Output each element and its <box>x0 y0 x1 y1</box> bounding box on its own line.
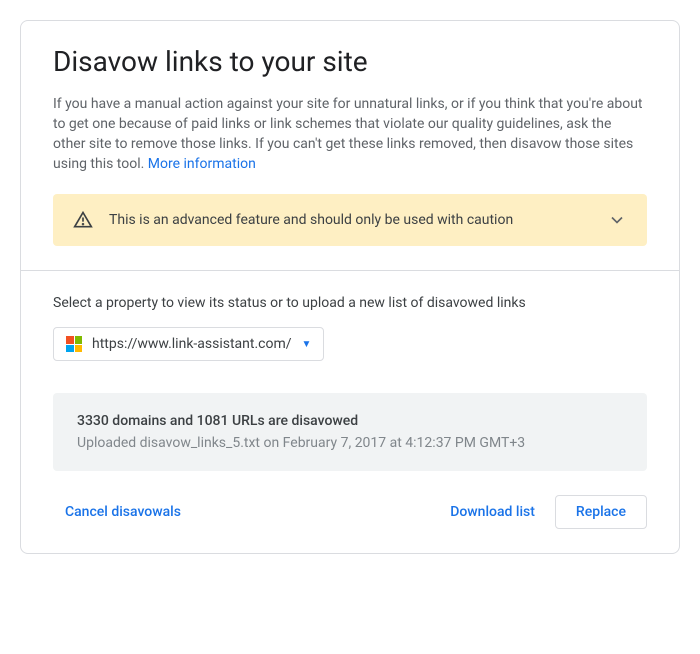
replace-button[interactable]: Replace <box>555 495 647 529</box>
download-list-button[interactable]: Download list <box>438 496 547 528</box>
more-info-link[interactable]: More information <box>148 156 256 172</box>
cancel-disavowals-button[interactable]: Cancel disavowals <box>53 496 193 528</box>
card-header: Disavow links to your site If you have a… <box>21 21 679 270</box>
property-section: Select a property to view its status or … <box>21 271 679 553</box>
page-title: Disavow links to your site <box>53 45 647 78</box>
status-details: Uploaded disavow_links_5.txt on February… <box>77 435 623 451</box>
select-property-label: Select a property to view its status or … <box>53 295 647 311</box>
status-summary: 3330 domains and 1081 URLs are disavowed <box>77 413 623 429</box>
status-box: 3330 domains and 1081 URLs are disavowed… <box>53 393 647 471</box>
actions-row: Cancel disavowals Download list Replace <box>53 495 647 529</box>
property-favicon-icon <box>66 336 82 352</box>
warning-icon <box>73 210 93 230</box>
disavow-card: Disavow links to your site If you have a… <box>20 20 680 554</box>
dropdown-arrow-icon: ▼ <box>302 339 312 350</box>
warning-text: This is an advanced feature and should o… <box>109 212 591 228</box>
page-description: If you have a manual action against your… <box>53 94 647 174</box>
property-select[interactable]: https://www.link-assistant.com/ ▼ <box>53 327 324 361</box>
chevron-down-icon <box>607 210 627 230</box>
description-text: If you have a manual action against your… <box>53 96 643 172</box>
selected-property: https://www.link-assistant.com/ <box>92 336 292 352</box>
warning-banner[interactable]: This is an advanced feature and should o… <box>53 194 647 246</box>
